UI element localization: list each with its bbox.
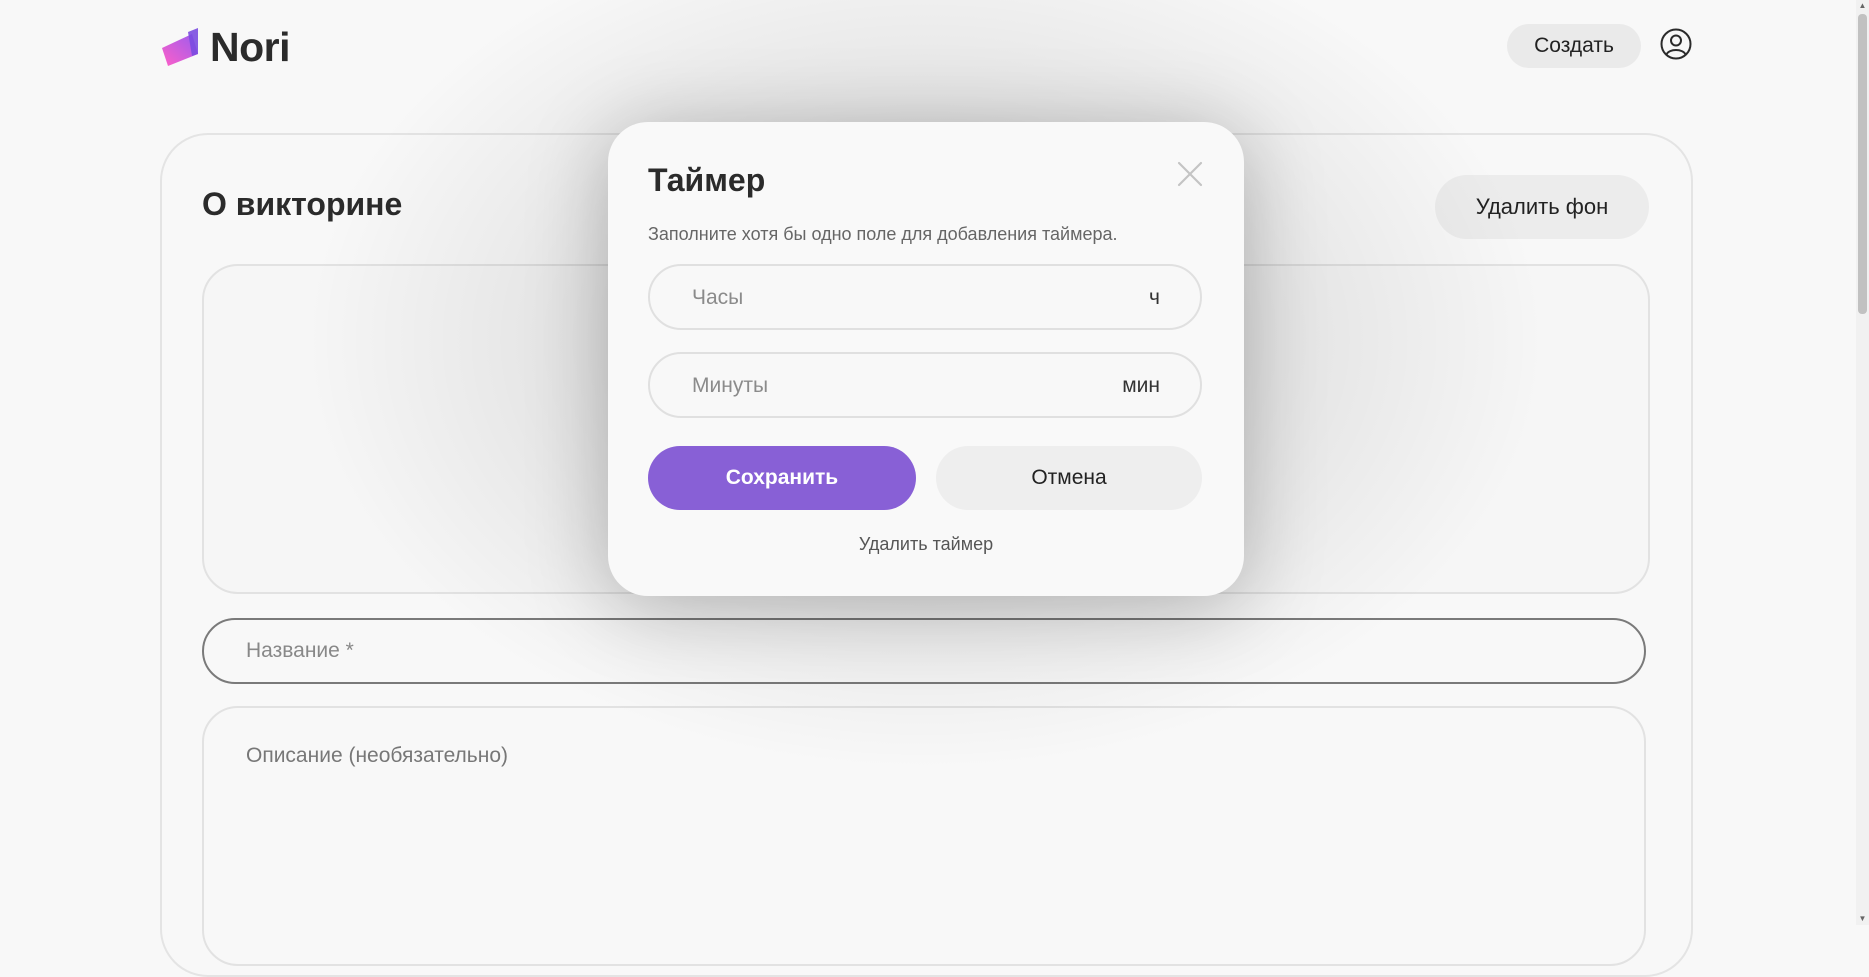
quiz-section-title: О викторине bbox=[202, 186, 403, 222]
quiz-name-input[interactable]: Название * bbox=[202, 618, 1646, 684]
minutes-input[interactable] bbox=[690, 354, 1074, 418]
hours-unit: ч bbox=[1149, 286, 1160, 309]
cancel-button[interactable]: Отмена bbox=[936, 446, 1202, 510]
create-button[interactable]: Создать bbox=[1507, 24, 1641, 68]
logo-mark-icon bbox=[162, 27, 198, 66]
scroll-down-icon[interactable]: ▼ bbox=[1856, 913, 1869, 925]
minutes-unit: мин bbox=[1122, 374, 1160, 397]
modal-hint: Заполните хотя бы одно поле для добавлен… bbox=[648, 224, 1118, 244]
header: Nori Создать bbox=[0, 0, 1856, 92]
logo-text: Nori bbox=[210, 24, 291, 70]
save-button[interactable]: Сохранить bbox=[648, 446, 916, 510]
quiz-description-input[interactable]: Описание (необязательно) bbox=[202, 706, 1646, 966]
modal-title: Таймер bbox=[648, 162, 766, 198]
hours-field[interactable]: ч bbox=[648, 264, 1202, 330]
user-circle-icon[interactable] bbox=[1660, 28, 1692, 60]
scrollbar-thumb[interactable] bbox=[1858, 14, 1867, 314]
logo[interactable]: Nori bbox=[160, 24, 291, 71]
page-scrollbar[interactable]: ▲ ▼ bbox=[1856, 0, 1869, 925]
minutes-field[interactable]: мин bbox=[648, 352, 1202, 418]
timer-modal: Таймер Заполните хотя бы одно поле для д… bbox=[608, 122, 1244, 596]
scroll-up-icon[interactable]: ▲ bbox=[1856, 0, 1869, 12]
delete-timer-link[interactable]: Удалить таймер bbox=[608, 534, 1244, 555]
close-icon[interactable] bbox=[1176, 160, 1204, 188]
remove-background-button[interactable]: Удалить фон bbox=[1435, 175, 1649, 239]
hours-input[interactable] bbox=[690, 266, 1074, 330]
